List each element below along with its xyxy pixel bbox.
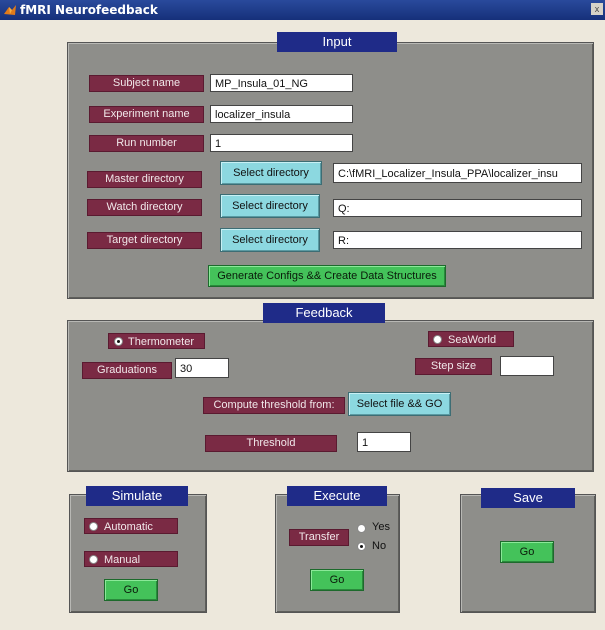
master-directory-label: Master directory xyxy=(87,171,202,188)
seaworld-radio-dot[interactable] xyxy=(433,335,442,344)
select-file-go-button[interactable]: Select file && GO xyxy=(348,392,451,416)
run-number-field[interactable]: 1 xyxy=(210,134,353,152)
manual-radio[interactable]: Manual xyxy=(84,551,178,567)
save-panel-title: Save xyxy=(481,488,575,508)
step-size-label: Step size xyxy=(415,358,492,375)
master-directory-field[interactable]: C:\fMRI_Localizer_Insula_PPA\localizer_i… xyxy=(333,163,582,183)
thermometer-radio[interactable]: Thermometer xyxy=(108,333,205,349)
execute-go-button[interactable]: Go xyxy=(310,569,364,591)
seaworld-radio[interactable]: SeaWorld xyxy=(428,331,514,347)
subject-name-label: Subject name xyxy=(89,75,204,92)
threshold-field[interactable]: 1 xyxy=(357,432,411,452)
graduations-field[interactable]: 30 xyxy=(175,358,229,378)
execute-panel xyxy=(275,494,400,613)
step-size-field[interactable] xyxy=(500,356,554,376)
yes-label: Yes xyxy=(372,521,390,533)
threshold-label: Threshold xyxy=(205,435,337,452)
subject-name-field[interactable]: MP_Insula_01_NG xyxy=(210,74,353,92)
master-select-directory-button[interactable]: Select directory xyxy=(220,161,322,185)
watch-select-directory-button[interactable]: Select directory xyxy=(220,194,320,218)
manual-radio-dot[interactable] xyxy=(89,555,98,564)
watch-directory-label: Watch directory xyxy=(87,199,202,216)
experiment-name-field[interactable]: localizer_insula xyxy=(210,105,353,123)
run-number-label: Run number xyxy=(89,135,204,152)
seaworld-label: SeaWorld xyxy=(448,334,497,346)
feedback-panel-title: Feedback xyxy=(263,303,385,323)
matlab-icon xyxy=(3,3,17,17)
manual-label: Manual xyxy=(104,554,141,566)
no-radio-dot[interactable] xyxy=(357,542,366,551)
thermometer-label: Thermometer xyxy=(128,336,195,348)
target-select-directory-button[interactable]: Select directory xyxy=(220,228,320,252)
graduations-label: Graduations xyxy=(82,362,172,379)
yes-radio-dot[interactable] xyxy=(357,524,366,533)
automatic-radio[interactable]: Automatic xyxy=(84,518,178,534)
main-window: fMRI Neurofeedback x Input Subject name … xyxy=(0,0,605,630)
watch-directory-field[interactable]: Q: xyxy=(333,199,582,217)
no-label: No xyxy=(372,540,387,552)
execute-panel-title: Execute xyxy=(287,486,387,506)
transfer-label: Transfer xyxy=(289,529,349,546)
window-title: fMRI Neurofeedback xyxy=(20,3,158,17)
close-icon[interactable]: x xyxy=(591,3,603,15)
generate-configs-button[interactable]: Generate Configs && Create Data Structur… xyxy=(208,265,446,287)
thermometer-radio-dot[interactable] xyxy=(114,337,123,346)
compute-threshold-label: Compute threshold from: xyxy=(203,397,345,414)
experiment-name-label: Experiment name xyxy=(89,106,204,123)
simulate-go-button[interactable]: Go xyxy=(104,579,158,601)
automatic-radio-dot[interactable] xyxy=(89,522,98,531)
title-bar: fMRI Neurofeedback x xyxy=(0,0,605,20)
simulate-panel-title: Simulate xyxy=(86,486,188,506)
target-directory-field[interactable]: R: xyxy=(333,231,582,249)
automatic-label: Automatic xyxy=(104,521,153,533)
target-directory-label: Target directory xyxy=(87,232,202,249)
save-go-button[interactable]: Go xyxy=(500,541,554,563)
input-panel-title: Input xyxy=(277,32,397,52)
